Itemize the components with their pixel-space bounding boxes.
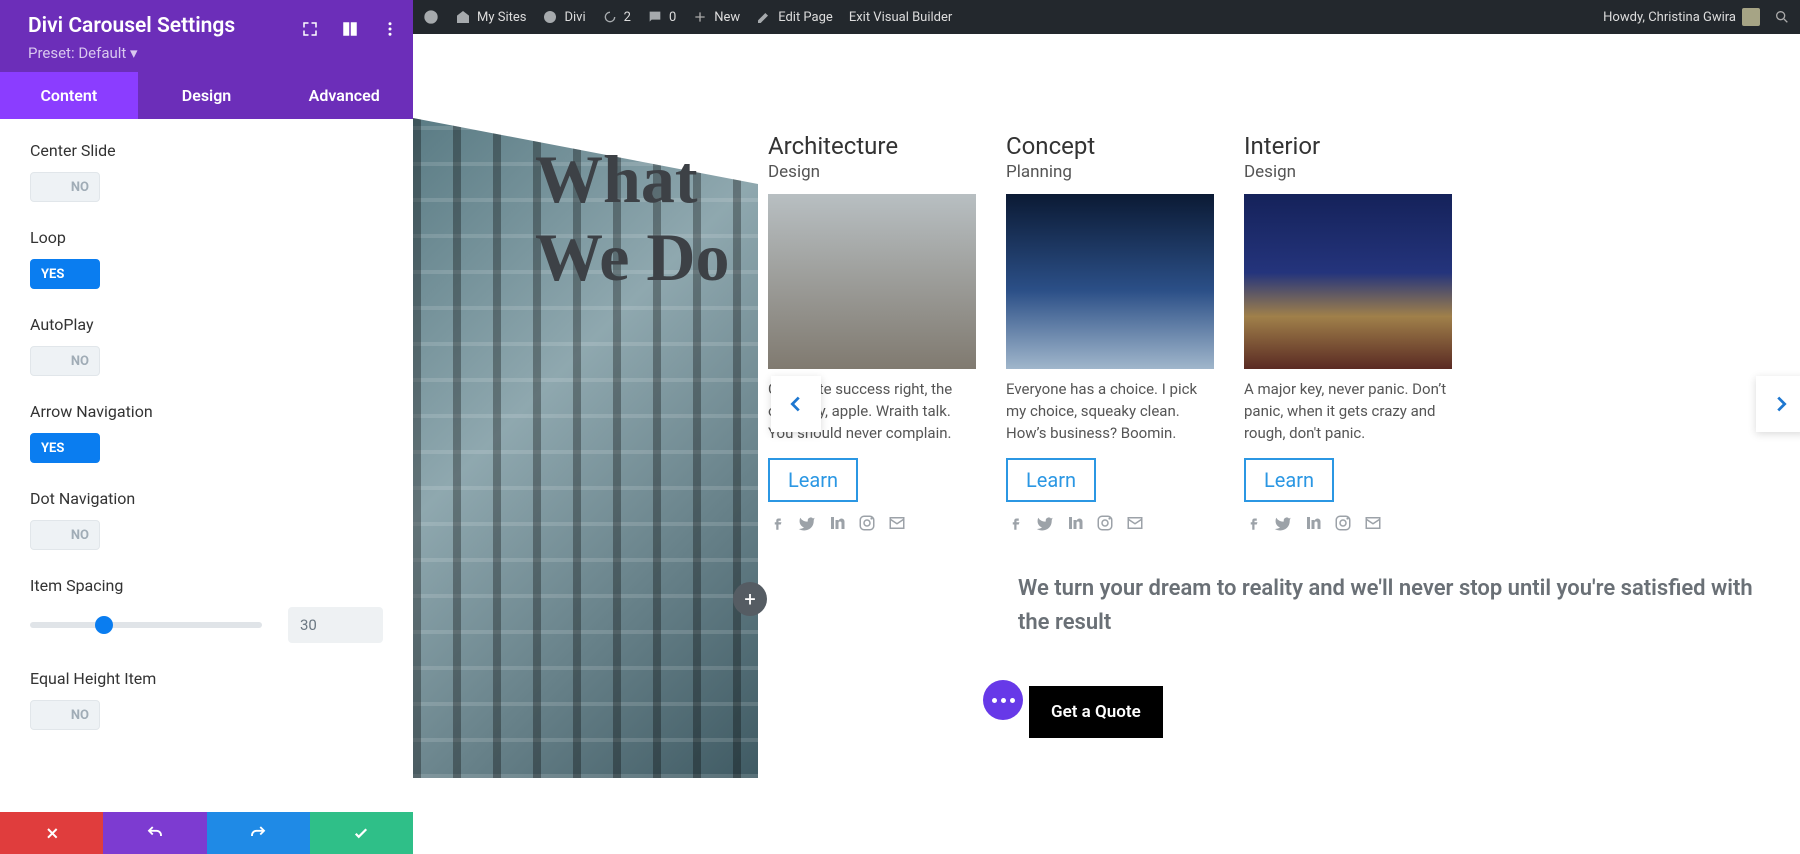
carousel-card: Interior Design A major key, never panic… xyxy=(1244,132,1452,562)
mail-icon[interactable] xyxy=(888,514,906,536)
arrow-nav-toggle[interactable]: YES xyxy=(30,433,100,463)
item-spacing-label: Item Spacing xyxy=(30,576,383,595)
my-sites[interactable]: My Sites xyxy=(455,9,526,25)
settings-footer xyxy=(0,812,413,854)
autoplay-toggle[interactable]: NO xyxy=(30,346,100,376)
divi-fab[interactable] xyxy=(983,680,1023,720)
center-slide-toggle[interactable]: NO xyxy=(30,172,100,202)
exit-visual-builder[interactable]: Exit Visual Builder xyxy=(849,10,952,25)
twitter-icon[interactable] xyxy=(1274,514,1292,536)
instagram-icon[interactable] xyxy=(1096,514,1114,536)
center-slide-label: Center Slide xyxy=(30,141,383,160)
arrow-nav-label: Arrow Navigation xyxy=(30,402,383,421)
facebook-icon[interactable] xyxy=(1006,514,1024,536)
mail-icon[interactable] xyxy=(1364,514,1382,536)
card-title: Architecture xyxy=(768,132,976,160)
save-button[interactable] xyxy=(310,812,413,854)
settings-header: Divi Carousel Settings Preset: Default ▾ xyxy=(0,0,413,72)
settings-panel: Divi Carousel Settings Preset: Default ▾… xyxy=(0,0,413,854)
wp-admin-bar: My Sites Divi 2 0 New Edit Page Exit Vis… xyxy=(413,0,1800,34)
carousel-prev[interactable] xyxy=(771,376,821,432)
tab-content[interactable]: Content xyxy=(0,72,138,119)
search-icon[interactable] xyxy=(1774,9,1790,25)
card-image xyxy=(768,194,976,369)
loop-toggle[interactable]: YES xyxy=(30,259,100,289)
loop-label: Loop xyxy=(30,228,383,247)
updates[interactable]: 2 xyxy=(602,9,631,25)
card-subtitle: Planning xyxy=(1006,162,1214,182)
card-desc: Everyone has a choice. I pick my choice,… xyxy=(1006,379,1214,444)
tagline: We turn your dream to reality and we'll … xyxy=(1018,572,1770,640)
instagram-icon[interactable] xyxy=(1334,514,1352,536)
card-image xyxy=(1244,194,1452,369)
new[interactable]: New xyxy=(692,9,740,25)
preset-selector[interactable]: Preset: Default ▾ xyxy=(28,44,393,62)
facebook-icon[interactable] xyxy=(768,514,786,536)
equal-height-label: Equal Height Item xyxy=(30,669,383,688)
card-socials xyxy=(1006,514,1214,536)
expand-icon[interactable] xyxy=(301,20,319,42)
slider-thumb[interactable] xyxy=(95,616,113,634)
equal-height-toggle[interactable]: NO xyxy=(30,700,100,730)
linkedin-icon[interactable] xyxy=(1304,514,1322,536)
linkedin-icon[interactable] xyxy=(1066,514,1084,536)
hero-title: What We Do xyxy=(535,140,730,296)
page-preview: What We Do + Architecture Design Celebra… xyxy=(413,34,1800,854)
howdy-user[interactable]: Howdy, Christina Gwira xyxy=(1603,8,1760,26)
carousel-card: Architecture Design Celebrate success ri… xyxy=(768,132,976,562)
learn-button[interactable]: Learn xyxy=(1006,458,1096,502)
item-spacing-slider[interactable] xyxy=(30,622,262,628)
more-icon[interactable] xyxy=(381,20,399,42)
wp-logo[interactable] xyxy=(423,9,439,25)
twitter-icon[interactable] xyxy=(798,514,816,536)
settings-body: Center Slide NO Loop YES AutoPlay NO Arr… xyxy=(0,119,413,812)
autoplay-label: AutoPlay xyxy=(30,315,383,334)
avatar xyxy=(1742,8,1760,26)
twitter-icon[interactable] xyxy=(1036,514,1054,536)
facebook-icon[interactable] xyxy=(1244,514,1262,536)
tab-design[interactable]: Design xyxy=(138,72,276,119)
redo-button[interactable] xyxy=(207,812,310,854)
card-title: Interior xyxy=(1244,132,1452,160)
card-image xyxy=(1006,194,1214,369)
card-socials xyxy=(1244,514,1452,536)
carousel: Architecture Design Celebrate success ri… xyxy=(768,132,1800,562)
dot-nav-label: Dot Navigation xyxy=(30,489,383,508)
card-desc: A major key, never panic. Don’t panic, w… xyxy=(1244,379,1452,444)
dot-nav-toggle[interactable]: NO xyxy=(30,520,100,550)
learn-button[interactable]: Learn xyxy=(1244,458,1334,502)
carousel-next[interactable] xyxy=(1756,376,1800,432)
linkedin-icon[interactable] xyxy=(828,514,846,536)
mail-icon[interactable] xyxy=(1126,514,1144,536)
learn-button[interactable]: Learn xyxy=(768,458,858,502)
site-name[interactable]: Divi xyxy=(542,9,585,25)
undo-button[interactable] xyxy=(103,812,206,854)
settings-tabs: Content Design Advanced xyxy=(0,72,413,119)
item-spacing-value[interactable]: 30 xyxy=(288,607,383,643)
columns-icon[interactable] xyxy=(341,20,359,42)
card-subtitle: Design xyxy=(1244,162,1452,182)
card-subtitle: Design xyxy=(768,162,976,182)
tab-advanced[interactable]: Advanced xyxy=(275,72,413,119)
edit-page[interactable]: Edit Page xyxy=(756,9,833,25)
get-quote-button[interactable]: Get a Quote xyxy=(1029,686,1163,738)
add-module-button[interactable]: + xyxy=(733,582,767,616)
card-socials xyxy=(768,514,976,536)
cancel-button[interactable] xyxy=(0,812,103,854)
comments[interactable]: 0 xyxy=(647,9,676,25)
carousel-card: Concept Planning Everyone has a choice. … xyxy=(1006,132,1214,562)
card-title: Concept xyxy=(1006,132,1214,160)
instagram-icon[interactable] xyxy=(858,514,876,536)
